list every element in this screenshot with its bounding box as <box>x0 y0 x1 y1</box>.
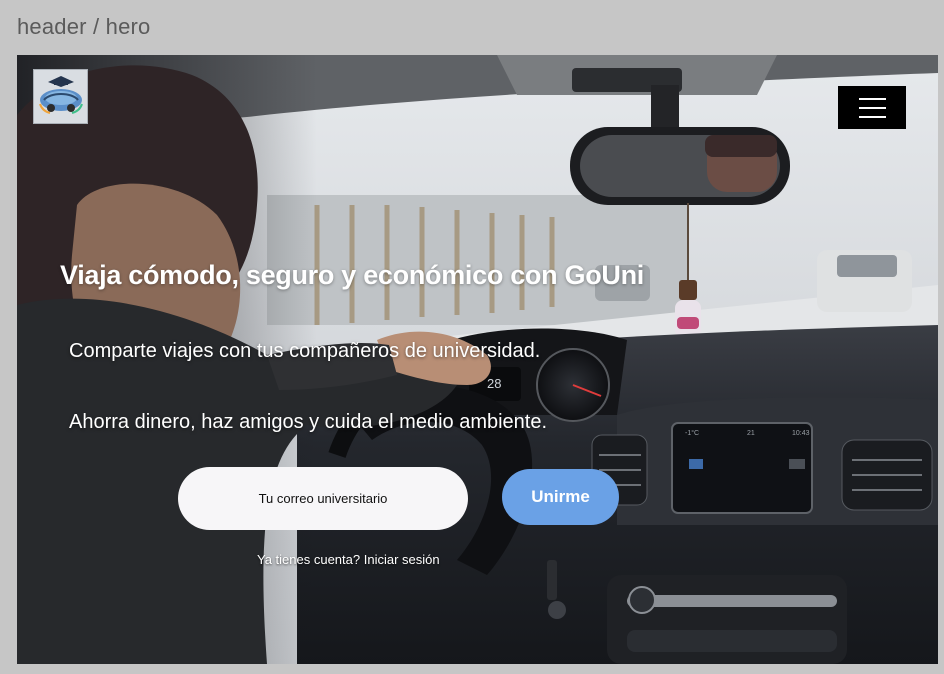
login-prompt: Ya tienes cuenta? Iniciar sesión <box>257 552 440 567</box>
car-graduation-logo-icon <box>39 76 83 114</box>
hero-subtitle-save: Ahorra dinero, haz amigos y cuida el med… <box>69 411 548 433</box>
hero-title: Viaja cómodo, seguro y económico con GoU… <box>60 260 645 290</box>
join-button[interactable]: Unirme <box>502 469 619 525</box>
screen-temp: -1°C <box>685 429 699 437</box>
screen-day: 21 <box>747 430 755 437</box>
hamburger-icon-bar-top <box>858 97 886 100</box>
menu-toggle-button[interactable] <box>838 86 906 129</box>
gouni-logo[interactable] <box>33 69 88 124</box>
login-link[interactable]: Iniciar sesión <box>364 552 440 567</box>
frame-label: header / hero <box>17 14 151 39</box>
hamburger-icon-bar-middle <box>858 106 886 109</box>
screen-time: 10:43 <box>792 430 810 437</box>
university-email-input[interactable] <box>178 467 468 530</box>
hamburger-icon-bar-bottom <box>858 115 886 118</box>
hero-subtitle-share: Comparte viajes con tus compañeros de un… <box>69 340 541 362</box>
login-prompt-text: Ya tienes cuenta? <box>257 552 361 567</box>
hero-section: 28 -1°C 21 10:43 Viaja cómodo, seguro y … <box>17 55 938 664</box>
speed-readout: 28 <box>487 376 501 391</box>
